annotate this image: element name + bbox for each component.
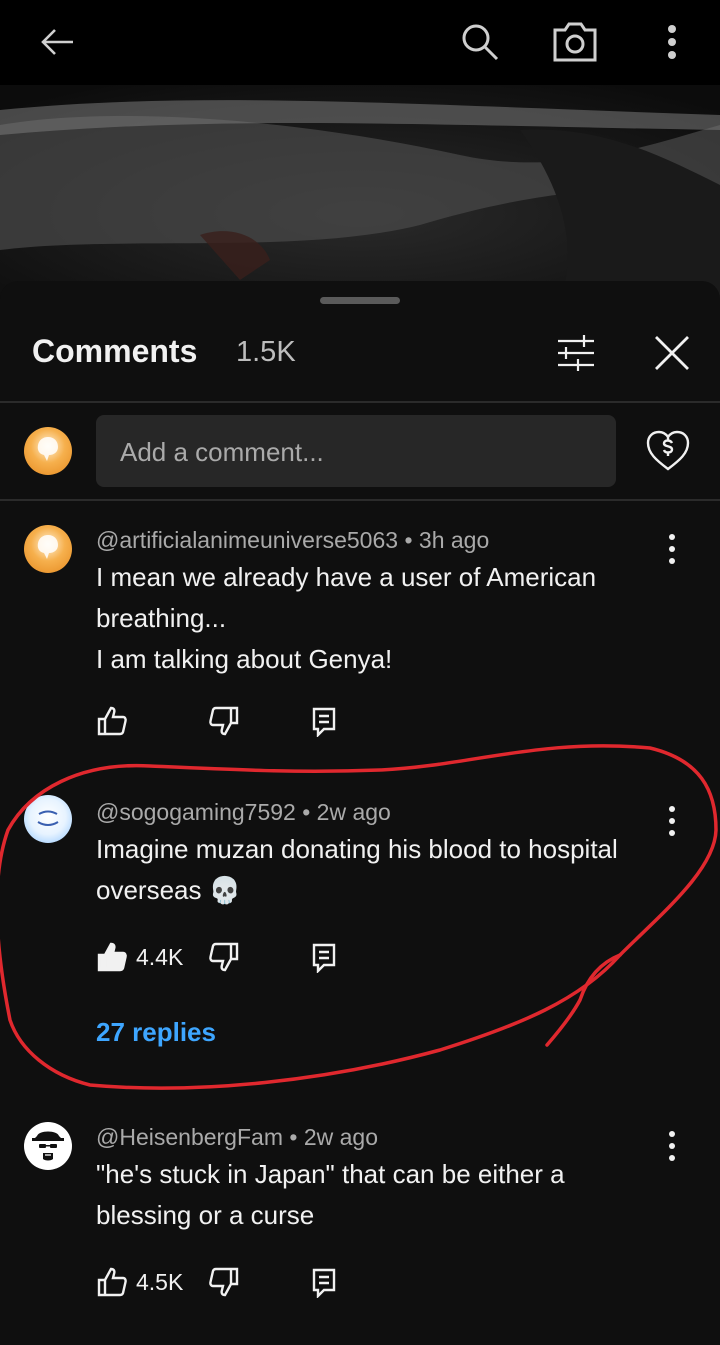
reply-button[interactable] — [310, 935, 338, 979]
back-button[interactable] — [29, 14, 85, 70]
top-app-bar — [0, 0, 720, 85]
like-count: 4.4K — [136, 943, 184, 970]
current-user-avatar[interactable] — [24, 427, 72, 475]
comment-avatar[interactable] — [24, 795, 72, 843]
comment-line: I mean we already have a user of America… — [96, 562, 597, 592]
header-divider — [0, 401, 720, 403]
comment-meta: @artificialanimeuniverse5063 • 3h ago — [96, 527, 490, 553]
avatar-emblem — [37, 535, 58, 559]
back-arrow-icon — [41, 29, 73, 55]
camera-button[interactable] — [547, 14, 603, 70]
comment-text: Imagine muzan donating his blood to hosp… — [96, 829, 676, 911]
reply-icon — [312, 943, 336, 973]
super-thanks-button[interactable] — [640, 423, 696, 479]
input-divider — [0, 499, 720, 501]
comment-author[interactable]: @artificialanimeuniverse5063 — [96, 527, 398, 553]
avatar-emblem — [37, 437, 58, 461]
thumb-up-icon — [97, 1267, 127, 1297]
more-vert-icon — [668, 25, 676, 59]
reply-button[interactable] — [310, 699, 338, 743]
comments-title: Comments — [32, 333, 198, 369]
sort-filter-button[interactable] — [548, 329, 604, 377]
comment-line: breathing... — [96, 603, 227, 633]
camera-icon — [553, 22, 597, 62]
like-button[interactable] — [96, 699, 128, 743]
add-comment-input[interactable]: Add a comment... — [96, 415, 616, 487]
reply-button[interactable] — [310, 1260, 338, 1304]
comment-avatar[interactable] — [24, 1122, 72, 1170]
super-thanks-icon — [646, 430, 690, 471]
avatar-emblem — [37, 810, 59, 826]
comment-line: Imagine muzan donating his blood to hosp… — [96, 834, 618, 864]
thumb-up-icon — [97, 706, 127, 736]
close-icon — [655, 336, 689, 370]
filter-icon — [558, 335, 594, 371]
comments-sheet: Comments 1.5K Add a comment... @artifici… — [0, 281, 720, 1345]
view-replies-link[interactable]: 27 replies — [96, 1017, 216, 1048]
dislike-button[interactable] — [208, 699, 240, 743]
dislike-button[interactable] — [208, 1260, 240, 1304]
search-button[interactable] — [452, 14, 508, 70]
comment-line: "he's stuck in Japan" that can be either… — [96, 1159, 565, 1189]
thumb-down-icon — [209, 706, 239, 736]
comment-line: blessing or a curse — [96, 1200, 315, 1230]
close-comments-button[interactable] — [644, 325, 700, 381]
comment-text: I mean we already have a user of America… — [96, 557, 676, 680]
like-button[interactable]: 4.4K — [96, 935, 183, 979]
heisenberg-avatar-icon — [32, 1131, 64, 1161]
comment-avatar[interactable] — [24, 525, 72, 573]
comment-time: 2w ago — [316, 799, 391, 825]
thumb-down-icon — [209, 1267, 239, 1297]
drag-handle[interactable] — [320, 297, 400, 304]
comment-meta: @sogogaming7592 • 2w ago — [96, 799, 391, 825]
more-options-button[interactable] — [644, 14, 700, 70]
comment-line: overseas 💀 — [96, 875, 242, 905]
video-preview[interactable] — [0, 85, 720, 300]
comments-count: 1.5K — [236, 336, 296, 368]
comment-author[interactable]: @sogogaming7592 — [96, 799, 296, 825]
like-count: 4.5K — [136, 1268, 184, 1295]
comment-time: 3h ago — [418, 527, 490, 553]
thumb-up-icon — [97, 942, 127, 972]
comment-meta: @HeisenbergFam • 2w ago — [96, 1124, 378, 1150]
add-comment-placeholder: Add a comment... — [120, 437, 324, 467]
thumb-down-icon — [209, 942, 239, 972]
like-button[interactable]: 4.5K — [96, 1260, 183, 1304]
reply-icon — [312, 1268, 336, 1298]
comment-line: I am talking about Genya! — [96, 644, 393, 674]
comment-time: 2w ago — [303, 1124, 378, 1150]
reply-icon — [312, 707, 336, 737]
dislike-button[interactable] — [208, 935, 240, 979]
video-frame — [0, 85, 720, 300]
search-icon — [462, 24, 499, 61]
comment-text: "he's stuck in Japan" that can be either… — [96, 1154, 676, 1236]
comment-author[interactable]: @HeisenbergFam — [96, 1124, 283, 1150]
